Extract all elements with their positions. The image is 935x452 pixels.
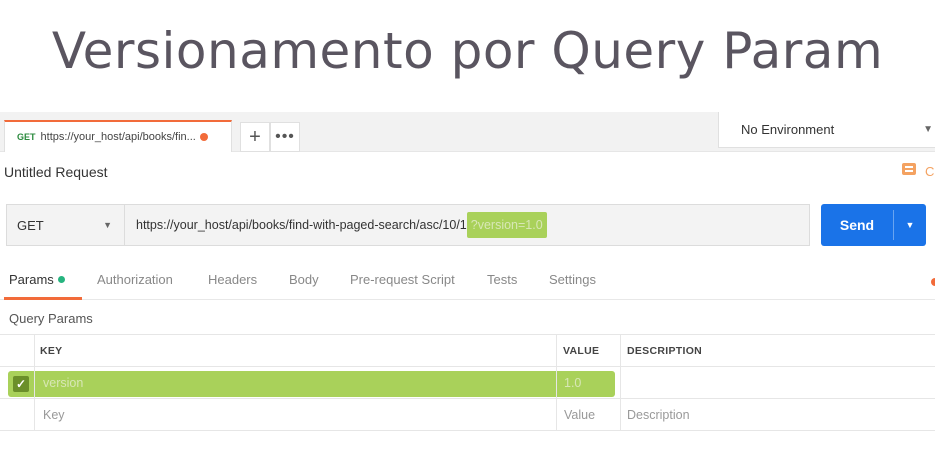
method-label: GET: [17, 217, 44, 233]
column-header-key: KEY: [40, 345, 63, 357]
more-tabs-button[interactable]: •••: [270, 122, 300, 152]
tab-body[interactable]: Body: [289, 272, 319, 287]
url-query-highlight: ?version=1.0: [466, 212, 547, 238]
params-active-dot-icon: [57, 276, 65, 283]
tab-authorization[interactable]: Authorization: [97, 272, 173, 287]
send-button[interactable]: Send ▼: [821, 204, 926, 246]
chevron-down-icon: ▼: [103, 220, 112, 230]
param-key-cell[interactable]: version: [43, 367, 83, 399]
query-params-table: KEY VALUE DESCRIPTION version 1.0 ✓ Key …: [0, 334, 935, 432]
new-value-input[interactable]: Value: [564, 399, 595, 431]
param-value-cell[interactable]: 1.0: [564, 367, 581, 399]
url-base: https://your_host/api/books/find-with-pa…: [136, 218, 467, 232]
tab-tests[interactable]: Tests: [487, 272, 517, 287]
request-name[interactable]: Untitled Request: [4, 164, 108, 180]
new-tab-button[interactable]: +: [240, 122, 270, 152]
environment-label: No Environment: [741, 122, 835, 137]
tab-settings[interactable]: Settings: [549, 272, 596, 287]
tab-pre-request-script[interactable]: Pre-request Script: [350, 272, 455, 287]
environment-select[interactable]: No Environment ▼: [718, 112, 935, 148]
table-row-new[interactable]: Key Value Description: [0, 399, 935, 431]
tab-headers[interactable]: Headers: [208, 272, 257, 287]
method-select[interactable]: GET ▼: [6, 204, 124, 246]
request-subtabs: Params Authorization Headers Body Pre-re…: [0, 262, 935, 300]
tab-url: https://your_host/api/books/fin...: [40, 131, 196, 143]
active-tab-underline: [4, 297, 82, 300]
send-options-chevron-icon[interactable]: ▼: [894, 204, 926, 246]
tab-params[interactable]: Params: [9, 272, 65, 287]
chevron-down-icon: ▼: [923, 124, 933, 135]
column-header-value: VALUE: [563, 345, 600, 357]
cookies-dot-icon: [931, 278, 935, 286]
table-header-row: KEY VALUE DESCRIPTION: [0, 335, 935, 367]
send-label: Send: [839, 217, 875, 233]
param-enabled-checkbox[interactable]: ✓: [13, 376, 29, 392]
comment-icon[interactable]: [902, 162, 916, 178]
comments-label[interactable]: C: [925, 164, 934, 179]
url-input[interactable]: https://your_host/api/books/find-with-pa…: [124, 204, 810, 246]
slide-title: Versionamento por Query Param: [51, 22, 884, 80]
tab-method: GET: [17, 132, 36, 142]
query-params-title: Query Params: [9, 311, 93, 326]
request-tab[interactable]: GET https://your_host/api/books/fin...: [4, 120, 232, 152]
new-key-input[interactable]: Key: [43, 399, 65, 431]
table-row[interactable]: version 1.0: [0, 367, 935, 399]
postman-window: GET https://your_host/api/books/fin... +…: [0, 112, 935, 452]
unsaved-dot-icon: [199, 133, 208, 141]
column-header-description: DESCRIPTION: [627, 345, 703, 357]
new-description-input[interactable]: Description: [627, 399, 690, 431]
